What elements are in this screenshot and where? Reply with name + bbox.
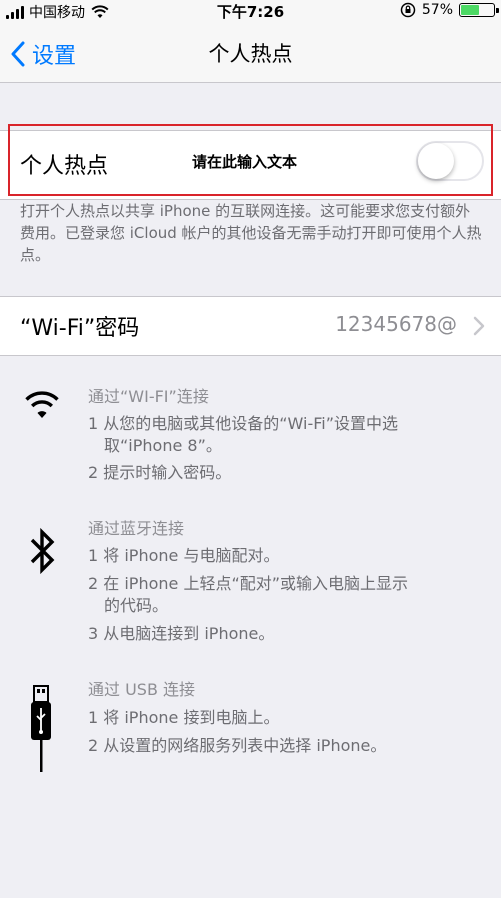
bluetooth-step-3: 3 从电脑连接到 iPhone。	[88, 624, 275, 643]
status-right: 57%	[400, 2, 499, 18]
wifi-section-title: 通过“WI-FI”连接	[88, 387, 209, 406]
wifi-icon	[25, 391, 59, 418]
battery-fill	[461, 5, 480, 15]
wifi-password-value: 12345678@	[335, 312, 457, 336]
bluetooth-instructions: 通过蓝牙连接 1 将 iPhone 与电脑配对。 2 在 iPhone 上轻点“…	[88, 518, 408, 645]
bluetooth-step-1: 1 将 iPhone 与电脑配对。	[88, 546, 280, 565]
usb-cable-icon	[31, 685, 51, 772]
wifi-step-2: 2 提示时输入密码。	[88, 463, 232, 482]
bluetooth-step-2: 2 在 iPhone 上轻点“配对”或输入电脑上显示	[88, 574, 409, 593]
battery-icon	[459, 3, 499, 17]
bluetooth-icon	[30, 528, 55, 574]
navigation-bar: 设置 个人热点	[0, 22, 501, 83]
rotation-lock-icon	[400, 2, 416, 18]
usb-step-1: 1 将 iPhone 接到电脑上。	[88, 708, 280, 727]
wifi-password-label: “Wi-Fi”密码	[20, 316, 140, 341]
chevron-right-icon	[473, 316, 485, 336]
wifi-step-1: 1 从您的电脑或其他设备的“Wi-Fi”设置中选	[88, 414, 399, 433]
usb-instructions: 通过 USB 连接 1 将 iPhone 接到电脑上。 2 从设置的网络服务列表…	[88, 679, 386, 757]
wifi-step-1-cont: 取“iPhone 8”。	[104, 436, 222, 455]
battery-percent: 57%	[421, 2, 453, 18]
page-title: 个人热点	[208, 42, 293, 66]
usb-step-2: 2 从设置的网络服务列表中选择 iPhone。	[88, 736, 387, 755]
wifi-instructions: 通过“WI-FI”连接 1 从您的电脑或其他设备的“Wi-Fi”设置中选 取“i…	[88, 386, 398, 484]
usb-section-title: 通过 USB 连接	[88, 680, 196, 699]
status-bar: 中国移动 下午7:26 57%	[0, 0, 501, 22]
bluetooth-step-2-cont: 的代码。	[104, 596, 169, 615]
bluetooth-section-title: 通过蓝牙连接	[88, 519, 185, 538]
highlight-box	[8, 124, 493, 196]
hotspot-description: 打开个人热点以共享 iPhone 的互联网连接。这可能要求您支付额外费用。已登录…	[20, 202, 482, 264]
